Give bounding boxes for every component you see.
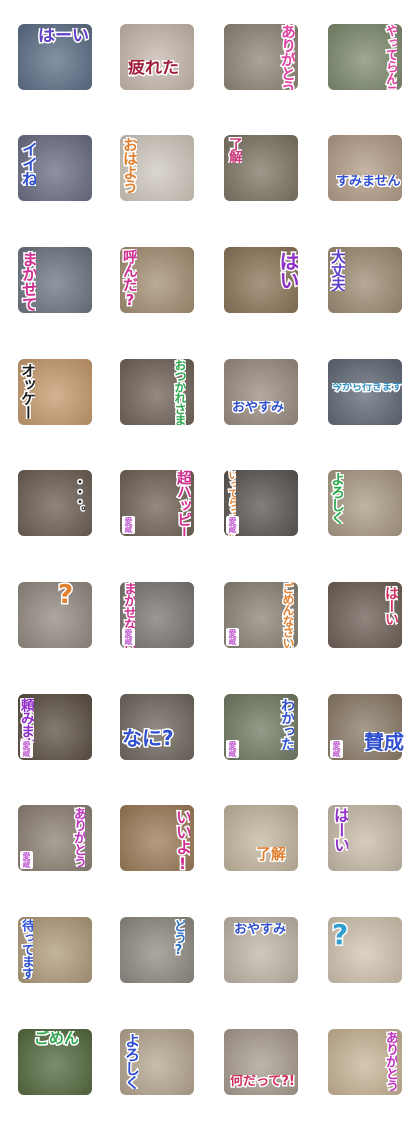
watermark-tag: 愛蔵: [122, 628, 135, 646]
sticker-caption: おはよう: [122, 137, 137, 193]
sticker-caption: 超ハッピー: [176, 470, 191, 536]
sticker-caption: 大丈夫: [330, 249, 345, 291]
sticker-4[interactable]: やってらんニャイ: [326, 22, 404, 92]
sticker-6[interactable]: おはよう: [118, 133, 196, 203]
watermark-tag: 愛蔵: [20, 740, 33, 758]
sticker-27[interactable]: わかった愛蔵: [222, 692, 300, 762]
sticker-caption: 疲れた: [128, 60, 179, 77]
sticker-photo: [120, 24, 194, 90]
sticker-21[interactable]: ?: [16, 580, 94, 650]
sticker-caption: おやすみ: [234, 923, 287, 936]
sticker-17[interactable]: ・・・。: [16, 468, 94, 538]
sticker-caption: わかった: [280, 698, 294, 750]
sticker-15[interactable]: おやすみ: [222, 357, 300, 427]
sticker-24[interactable]: はーい: [326, 580, 404, 650]
sticker-caption: おやすみ: [232, 401, 285, 414]
sticker-photo: [120, 694, 194, 760]
watermark-tag: 愛蔵: [226, 740, 239, 758]
sticker-caption: いいよ!: [174, 809, 190, 872]
sticker-20[interactable]: よろしく: [326, 468, 404, 538]
sticker-32[interactable]: はーい: [326, 803, 404, 873]
sticker-29[interactable]: ありがとう愛蔵: [16, 803, 94, 873]
sticker-caption: すみません: [336, 175, 401, 188]
sticker-3[interactable]: ありがとう: [222, 22, 300, 92]
sticker-photo: [18, 582, 92, 648]
sticker-35[interactable]: おやすみ: [222, 915, 300, 985]
sticker-16[interactable]: 今から行きます: [326, 357, 404, 427]
sticker-13[interactable]: オッケー: [16, 357, 94, 427]
sticker-caption: まかせて: [20, 251, 36, 311]
watermark-tag: 愛蔵: [226, 628, 239, 646]
sticker-1[interactable]: はーい: [16, 22, 94, 92]
sticker-36[interactable]: ?: [326, 915, 404, 985]
sticker-11[interactable]: はい: [222, 245, 300, 315]
sticker-18[interactable]: 超ハッピー愛蔵: [118, 468, 196, 538]
sticker-photo: [224, 359, 298, 425]
sticker-12[interactable]: 大丈夫: [326, 245, 404, 315]
sticker-caption: イイね: [20, 141, 36, 186]
sticker-caption: ごめんなさい: [282, 582, 294, 648]
sticker-caption: 賛成: [364, 732, 404, 752]
sticker-caption: ・・・。: [74, 476, 85, 516]
sticker-caption: はい: [278, 251, 298, 289]
sticker-26[interactable]: なに?: [118, 692, 196, 762]
sticker-22[interactable]: まかせなさい 愛蔵: [118, 580, 196, 650]
sticker-caption: オッケー: [20, 363, 35, 419]
sticker-8[interactable]: すみません: [326, 133, 404, 203]
sticker-34[interactable]: どう?: [118, 915, 196, 985]
watermark-tag: 愛蔵: [330, 740, 343, 758]
sticker-31[interactable]: 了解: [222, 803, 300, 873]
sticker-caption: 了解: [256, 847, 287, 862]
sticker-caption: よろしく: [330, 472, 344, 524]
sticker-2[interactable]: 疲れた: [118, 22, 196, 92]
sticker-39[interactable]: 何だって?!: [222, 1027, 300, 1097]
sticker-caption: 待ってます: [20, 919, 33, 979]
sticker-caption: よろしく: [124, 1033, 139, 1089]
sticker-caption: 何だって?!: [230, 1075, 295, 1088]
sticker-caption: なに?: [122, 728, 174, 748]
sticker-caption: やってらんニャイ: [384, 24, 397, 90]
sticker-30[interactable]: いいよ!: [118, 803, 196, 873]
sticker-33[interactable]: 待ってます: [16, 915, 94, 985]
sticker-caption: はーい: [332, 807, 348, 852]
sticker-25[interactable]: 頼みます 愛蔵: [16, 692, 94, 762]
sticker-caption: 今から行きます: [332, 383, 402, 393]
sticker-37[interactable]: ごめん: [16, 1027, 94, 1097]
sticker-caption: ありがとう: [384, 1031, 397, 1091]
sticker-10[interactable]: 呼んだ?: [118, 245, 196, 315]
watermark-tag: 愛蔵: [20, 851, 33, 869]
sticker-28[interactable]: 賛成 愛蔵: [326, 692, 404, 762]
sticker-grid: はーい疲れたありがとうやってらんニャイイイねおはよう了解すみませんまかせて呼んだ…: [0, 0, 420, 1121]
sticker-caption: ?: [332, 921, 349, 949]
sticker-19[interactable]: いってらっしゃい 愛蔵: [222, 468, 300, 538]
watermark-tag: 愛蔵: [122, 516, 135, 534]
sticker-caption: 呼んだ?: [122, 249, 137, 308]
sticker-caption: 了解: [228, 137, 242, 163]
sticker-7[interactable]: 了解: [222, 133, 300, 203]
sticker-14[interactable]: おつかれさま: [118, 357, 196, 427]
sticker-caption: はーい: [384, 586, 398, 625]
sticker-38[interactable]: よろしく: [118, 1027, 196, 1097]
sticker-23[interactable]: ごめんなさい愛蔵: [222, 580, 300, 650]
sticker-caption: ありがとう: [72, 807, 85, 867]
sticker-caption: ありがとう: [280, 24, 295, 90]
sticker-40[interactable]: ありがとう: [326, 1027, 404, 1097]
sticker-caption: どう?: [172, 919, 185, 957]
sticker-5[interactable]: イイね: [16, 133, 94, 203]
sticker-caption: ごめん: [34, 1031, 80, 1046]
sticker-photo: [328, 135, 402, 201]
sticker-caption: おつかれさま: [174, 359, 186, 425]
sticker-9[interactable]: まかせて: [16, 245, 94, 315]
sticker-caption: ?: [58, 582, 74, 608]
watermark-tag: 愛蔵: [226, 516, 239, 534]
sticker-caption: はーい: [38, 28, 89, 45]
